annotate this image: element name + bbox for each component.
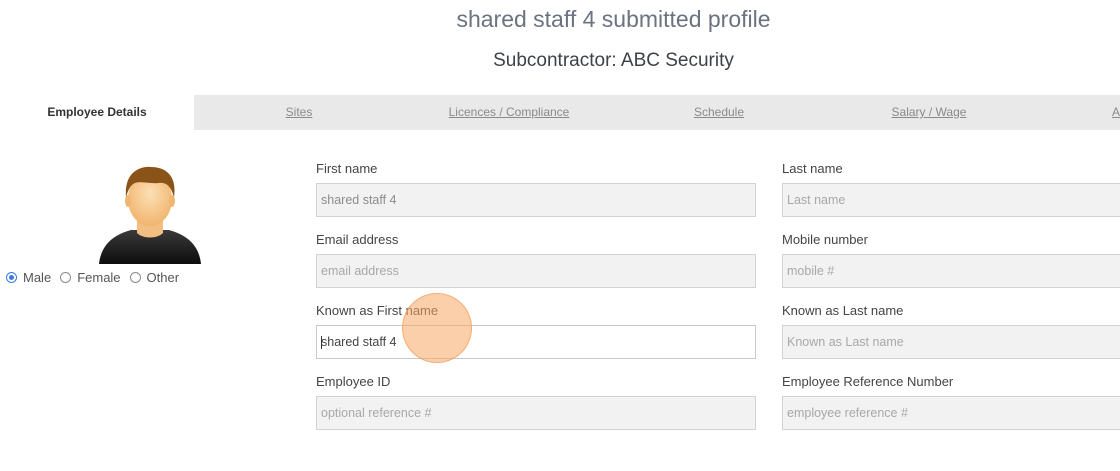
tab-truncated[interactable]: A	[1112, 95, 1120, 130]
gender-radio-group: Male Female Other	[6, 268, 188, 286]
employee-id-label: Employee ID	[316, 374, 391, 389]
last-name-input[interactable]: Last name	[782, 183, 1120, 217]
gender-option-male[interactable]: Male	[6, 270, 51, 285]
tab-schedule[interactable]: Schedule	[686, 95, 752, 130]
gender-option-female[interactable]: Female	[60, 269, 121, 285]
tab-bar: Employee Details Sites Licences / Compli…	[0, 95, 1120, 130]
radio-male[interactable]	[6, 271, 17, 283]
employee-id-input[interactable]: optional reference #	[316, 396, 756, 430]
male-user-avatar-icon	[99, 166, 201, 264]
known-first-name-label: Known as First name	[316, 303, 439, 318]
radio-female[interactable]	[60, 271, 72, 283]
gender-label-male: Male	[23, 269, 52, 285]
gender-option-other[interactable]: Other	[129, 269, 180, 285]
employee-ref-label: Employee Reference Number	[782, 374, 954, 389]
known-last-name-input[interactable]: Known as Last name	[782, 325, 1120, 359]
gender-label-female: Female	[77, 269, 121, 285]
known-first-name-input[interactable]: shared staff 4	[316, 325, 756, 359]
known-first-name-value: shared staff 4	[321, 335, 397, 349]
email-input[interactable]: email address	[316, 254, 756, 288]
gender-label-other: Other	[146, 269, 180, 285]
email-label: Email address	[316, 232, 399, 247]
tab-salary-wage[interactable]: Salary / Wage	[884, 95, 974, 130]
last-name-label: Last name	[782, 161, 843, 176]
first-name-input[interactable]: shared staff 4	[316, 183, 756, 217]
mobile-label: Mobile number	[782, 232, 868, 247]
known-last-name-label: Known as Last name	[782, 303, 904, 318]
first-name-label: First name	[316, 161, 378, 176]
page-title: shared staff 4 submitted profile	[456, 6, 771, 32]
tab-employee-details[interactable]: Employee Details	[0, 95, 194, 130]
mobile-input[interactable]: mobile #	[782, 254, 1120, 288]
page-subtitle: Subcontractor: ABC Security	[493, 50, 734, 71]
employee-ref-input[interactable]: employee reference #	[782, 396, 1120, 430]
tab-sites[interactable]: Sites	[272, 95, 326, 130]
tab-licences-compliance[interactable]: Licences / Compliance	[440, 95, 578, 130]
radio-other[interactable]	[129, 271, 141, 283]
